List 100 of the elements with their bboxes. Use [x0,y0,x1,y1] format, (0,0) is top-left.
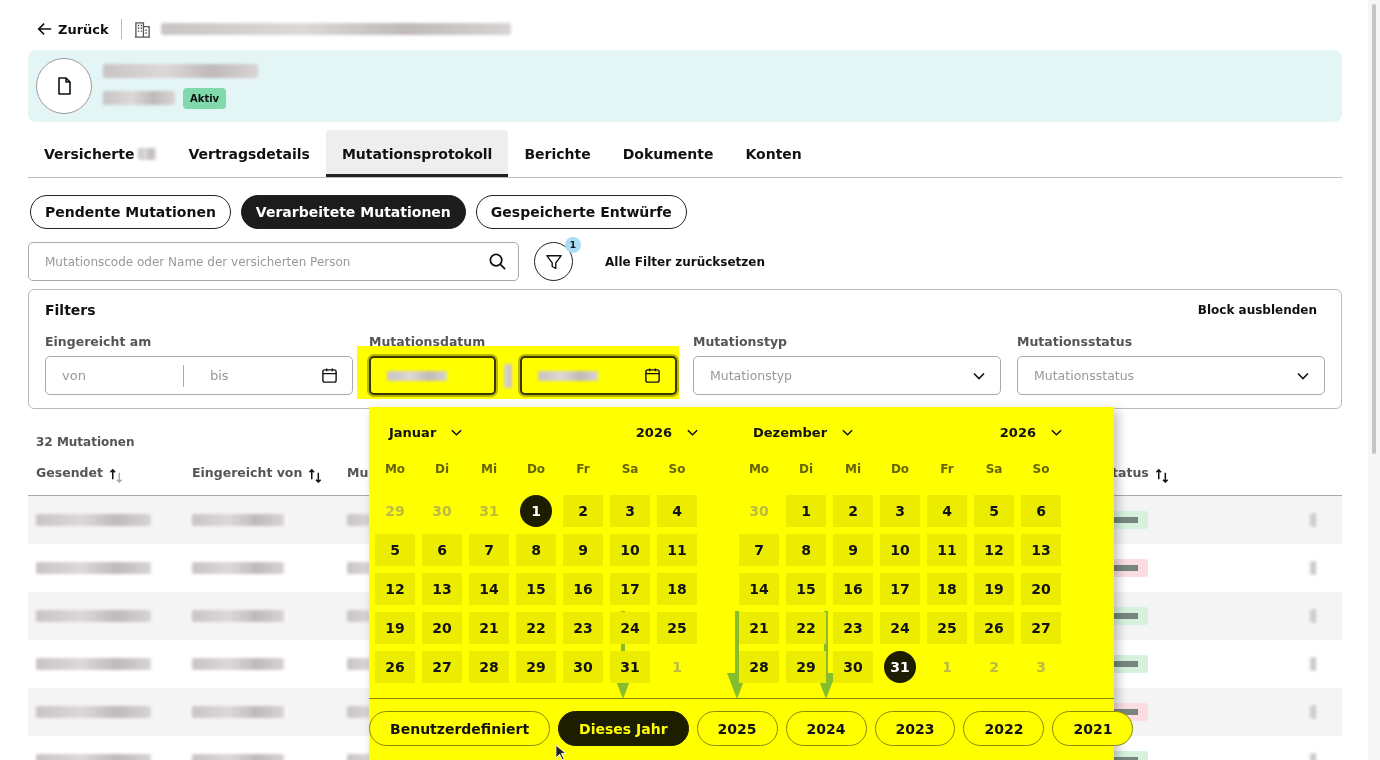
calendar-day[interactable]: 19 [375,612,415,644]
calendar-day[interactable]: 28 [739,651,779,683]
calendar-day[interactable]: 12 [375,573,415,605]
calendar-day[interactable]: 23 [563,612,603,644]
calendar-day[interactable]: 1 [786,495,826,527]
calendar-day[interactable]: 8 [786,534,826,566]
date-input[interactable]: von [62,368,173,383]
month-dropdown[interactable]: Dezember [753,423,855,442]
calendar-day[interactable]: 25 [927,612,967,644]
calendar-day[interactable]: 30 [833,651,873,683]
calendar-day[interactable]: 5 [375,534,415,566]
calendar-day[interactable]: 24 [880,612,920,644]
tab[interactable]: Versicherte [28,130,173,177]
calendar-day[interactable]: 28 [469,651,509,683]
calendar-day[interactable]: 11 [657,534,697,566]
calendar-day[interactable]: 18 [927,573,967,605]
year-dropdown[interactable]: 2026 [999,423,1063,442]
calendar-day[interactable]: 29 [786,651,826,683]
hide-block-link[interactable]: Block ausblenden [1197,303,1317,317]
sort-icon[interactable] [308,467,324,483]
calendar-day[interactable]: 9 [833,534,873,566]
tab[interactable]: Konten [729,130,818,177]
calendar-day[interactable]: 14 [739,573,779,605]
calendar-day[interactable]: 29 [516,651,556,683]
calendar-day[interactable]: 4 [657,495,697,527]
column-header[interactable]: Eingereicht von [192,464,303,480]
filter-icon[interactable] [544,252,563,271]
calendar-day[interactable]: 15 [516,573,556,605]
calendar-icon[interactable] [644,367,661,384]
calendar-day[interactable]: 19 [974,573,1014,605]
calendar-day[interactable]: 22 [516,612,556,644]
sort-icon[interactable] [1154,467,1170,483]
calendar-day[interactable]: 1 [520,495,552,527]
tab[interactable]: Dokumente [606,130,730,177]
calendar-day[interactable]: 27 [1021,612,1061,644]
calendar-day[interactable]: 8 [516,534,556,566]
calendar-day[interactable]: 6 [1021,495,1061,527]
back-arrow-icon[interactable] [36,20,54,38]
calendar-day[interactable]: 30 [563,651,603,683]
calendar-day[interactable]: 24 [610,612,650,644]
preset-button[interactable]: 2021 [1052,711,1134,746]
year-dropdown[interactable]: 2026 [635,423,699,442]
calendar-day[interactable]: 22 [786,612,826,644]
calendar-day[interactable]: 26 [375,651,415,683]
reset-filters-link[interactable]: Alle Filter zurücksetzen [605,254,765,269]
calendar-day[interactable]: 11 [927,534,967,566]
calendar-day[interactable]: 13 [422,573,462,605]
calendar-day[interactable]: 21 [469,612,509,644]
preset-button[interactable]: Benutzerdefiniert [369,711,551,746]
calendar-day[interactable]: 25 [657,612,697,644]
calendar-day[interactable]: 7 [469,534,509,566]
calendar-day[interactable]: 5 [974,495,1014,527]
calendar-day[interactable]: 26 [974,612,1014,644]
calendar-day[interactable]: 14 [469,573,509,605]
tab[interactable]: Mutationsprotokoll [325,130,509,177]
calendar-day[interactable]: 10 [610,534,650,566]
view-toggle-button[interactable]: Verarbeitete Mutationen [240,195,466,229]
preset-button[interactable]: 2022 [963,711,1045,746]
calendar-day[interactable]: 23 [833,612,873,644]
sort-icon[interactable] [108,467,124,483]
calendar-day[interactable]: 3 [610,495,650,527]
calendar-day[interactable]: 21 [739,612,779,644]
column-header[interactable]: Gesendet [36,464,103,480]
tab[interactable]: Berichte [508,130,607,177]
calendar-day[interactable]: 12 [974,534,1014,566]
preset-button[interactable]: 2023 [874,711,956,746]
date-field[interactable] [369,356,496,395]
calendar-day[interactable]: 20 [1021,573,1061,605]
calendar-day[interactable]: 17 [880,573,920,605]
date-range-field[interactable]: von bis [45,356,353,395]
calendar-day[interactable]: 6 [422,534,462,566]
calendar-day[interactable]: 2 [833,495,873,527]
calendar-day[interactable]: 16 [563,573,603,605]
back-link[interactable]: Zurück [36,20,109,38]
calendar-day[interactable]: 3 [880,495,920,527]
calendar-day[interactable]: 10 [880,534,920,566]
calendar-day[interactable]: 31 [884,651,916,683]
calendar-day[interactable]: 13 [1021,534,1061,566]
calendar-day[interactable]: 9 [563,534,603,566]
calendar-day[interactable]: 31 [610,651,650,683]
preset-button[interactable]: Dieses Jahr [558,711,689,746]
calendar-day[interactable]: 18 [657,573,697,605]
calendar-day[interactable]: 27 [422,651,462,683]
tab[interactable]: Vertragsdetails [172,130,326,177]
calendar-day[interactable]: 15 [786,573,826,605]
calendar-day[interactable]: 7 [739,534,779,566]
date-field[interactable] [520,356,677,395]
calendar-day[interactable]: 4 [927,495,967,527]
calendar-day[interactable]: 17 [610,573,650,605]
calendar-day[interactable]: 2 [563,495,603,527]
column-header[interactable]: Mu [347,464,369,480]
calendar-icon[interactable] [321,367,338,384]
calendar-day[interactable]: 16 [833,573,873,605]
month-dropdown[interactable]: Januar [389,423,464,442]
preset-button[interactable]: 2025 [696,711,778,746]
view-toggle-button[interactable]: Pendente Mutationen [30,195,231,229]
preset-button[interactable]: 2024 [785,711,867,746]
view-toggle-button[interactable]: Gespeicherte Entwürfe [475,195,687,229]
calendar-day[interactable]: 20 [422,612,462,644]
search-icon[interactable] [488,252,507,271]
